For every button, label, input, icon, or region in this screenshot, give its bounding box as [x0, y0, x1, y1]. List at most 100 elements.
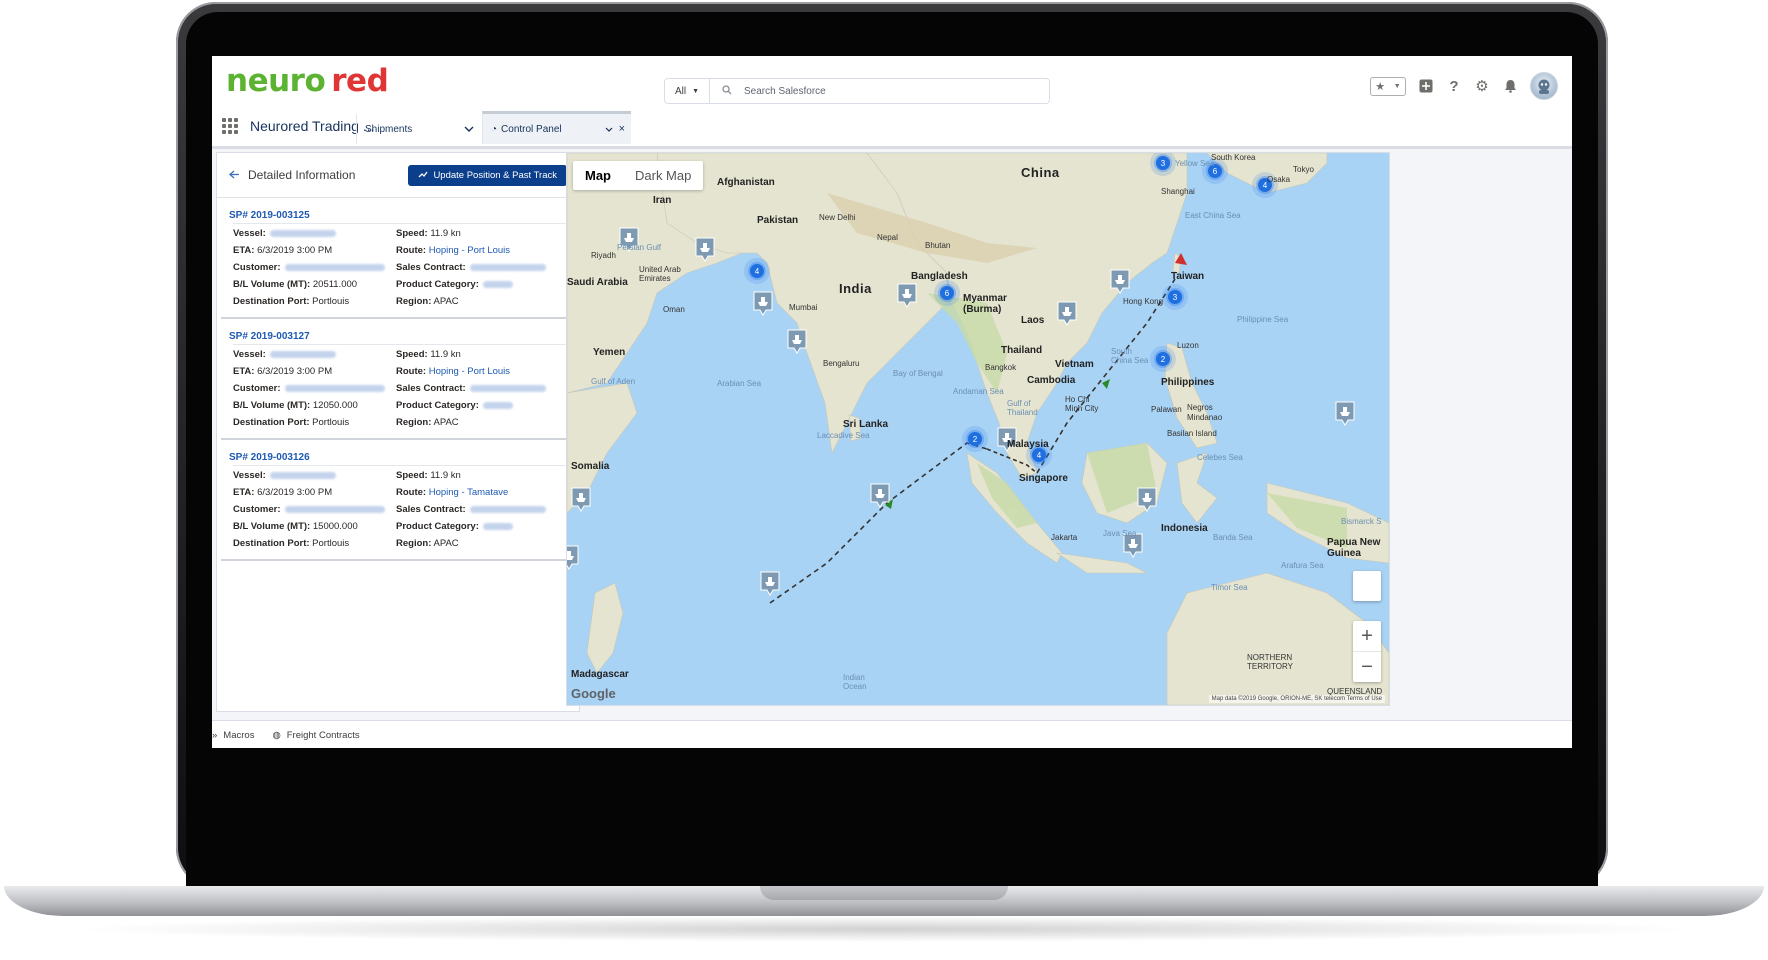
favorites-button[interactable]: ★ ▼: [1370, 76, 1406, 96]
map-type-toggle[interactable]: Map Dark Map: [573, 161, 704, 190]
tab-control-panel[interactable]: ◔ Control Panel ×: [482, 111, 631, 144]
map-label-shanghai: Shanghai: [1161, 187, 1195, 196]
help-icon[interactable]: ?: [1446, 78, 1462, 95]
map-label-tokyo: Tokyo: [1293, 165, 1314, 174]
update-position-button[interactable]: Update Position & Past Track: [408, 164, 567, 186]
cluster-count: 6: [1213, 167, 1218, 176]
route-link[interactable]: Hoping - Tamatave: [429, 487, 509, 498]
route-field: Route: Hoping - Port Louis: [396, 366, 511, 377]
notification-bell-icon[interactable]: [1502, 78, 1518, 94]
global-add-icon[interactable]: [1418, 78, 1434, 94]
cluster-marker[interactable]: 2: [962, 426, 988, 452]
redacted-value: [284, 263, 385, 271]
map-label-kuala-lumpur: Ho Chi Minh City: [1065, 395, 1099, 413]
map-label-afghanistan: Afghanistan: [717, 177, 775, 188]
map-label-bismarck: Bismarck S: [1341, 517, 1382, 526]
street-view-control[interactable]: [1353, 571, 1381, 601]
zoom-in-button[interactable]: +: [1353, 621, 1381, 651]
ship-marker-icon[interactable]: [753, 291, 773, 316]
map-label-indian-ocean: Indian Ocean: [843, 673, 867, 691]
search-icon: [722, 84, 732, 98]
route-link[interactable]: Hoping - Port Louis: [429, 245, 510, 256]
map-label-basilan: Basilan Island: [1167, 429, 1217, 438]
tab-chevron-icon[interactable]: [605, 124, 613, 135]
close-tab-icon[interactable]: ×: [619, 123, 625, 135]
map-type-map[interactable]: Map: [573, 161, 623, 190]
map-label-madagascar: Madagascar: [571, 669, 629, 680]
map-canvas[interactable]: 36446 3224: [567, 153, 1389, 705]
cluster-marker[interactable]: 6: [934, 280, 960, 306]
map-label-pakistan: Pakistan: [757, 215, 799, 226]
laptop-shadow: [60, 916, 1708, 942]
customer-field: Customer:: [233, 262, 396, 273]
detail-panel-header: Detailed Information Update Position & P…: [217, 153, 579, 198]
map-label-laos: Laos: [1021, 315, 1045, 326]
map-label-iran: Iran: [653, 195, 672, 206]
map-label-jakarta: Jakarta: [1051, 533, 1078, 542]
search-scope-dropdown[interactable]: All ▼: [665, 79, 710, 103]
map-attribution[interactable]: Map data ©2019 Google, ORION-ME, SK tele…: [1208, 695, 1385, 703]
favorites-star-icon: ★: [1375, 80, 1386, 93]
search-input[interactable]: Search Salesforce: [710, 79, 1049, 103]
region-field: Region: APAC: [396, 538, 459, 549]
map-view[interactable]: 364463224 Map Dark Map Afghanistan Iran Pa…: [566, 152, 1390, 706]
route-link[interactable]: Hoping - Port Louis: [429, 366, 510, 377]
zoom-out-button[interactable]: −: [1353, 651, 1381, 682]
shipment-id-link[interactable]: SP# 2019-003125: [221, 204, 576, 223]
ship-marker-icon[interactable]: [1335, 401, 1355, 426]
speed-field: Speed: 11.9 kn: [396, 228, 461, 239]
map-label-myanmar: Myanmar (Burma): [963, 293, 1007, 315]
back-arrow-icon[interactable]: [229, 168, 240, 182]
ship-marker-icon[interactable]: [760, 571, 780, 596]
setup-gear-icon[interactable]: ⚙: [1474, 78, 1490, 95]
map-label-riyadh: Riyadh: [591, 251, 616, 260]
ship-marker-icon[interactable]: [571, 487, 591, 512]
ship-marker-icon[interactable]: [787, 329, 807, 354]
shipment-card[interactable]: SP# 2019-003127 Vessel: Speed: 11.9 kn ETA:…: [221, 319, 576, 440]
vessel-field: Vessel:: [233, 470, 396, 481]
shipment-id-link[interactable]: SP# 2019-003126: [221, 446, 576, 465]
map-label-south-korea: South Korea: [1211, 153, 1256, 162]
map-type-dark[interactable]: Dark Map: [623, 161, 703, 190]
shipment-list: SP# 2019-003125 Vessel: Speed: 11.9 kn ETA:…: [217, 198, 579, 561]
shipment-id-link[interactable]: SP# 2019-003127: [221, 325, 576, 344]
eta-field: ETA: 6/3/2019 3:00 PM: [233, 366, 333, 377]
macros-item[interactable]: » Macros: [212, 730, 254, 741]
map-label-nepal: Nepal: [877, 233, 898, 242]
cluster-marker[interactable]: 4: [744, 258, 770, 284]
neurored-logo[interactable]: neuro red: [226, 63, 389, 99]
cluster-marker[interactable]: 2: [1150, 346, 1176, 372]
redacted-value: [469, 505, 546, 513]
map-label-thailand: Thailand: [1001, 345, 1043, 356]
global-header: neuro red All ▼ Search Salesforce ★ ▼ ? …: [212, 56, 1572, 106]
freight-contracts-label: Freight Contracts: [286, 729, 360, 741]
freight-contracts-item[interactable]: ◍ Freight Contracts: [272, 730, 359, 741]
speed-field: Speed: 11.9 kn: [396, 349, 461, 360]
chevron-down-icon: [464, 124, 474, 135]
app-launcher-icon[interactable]: [222, 118, 238, 134]
global-search[interactable]: All ▼ Search Salesforce: [664, 78, 1050, 104]
ship-marker-icon[interactable]: [567, 545, 579, 570]
product-category-field: Product Category:: [396, 279, 576, 290]
shipment-card[interactable]: SP# 2019-003126 Vessel: Speed: 11.9 kn ETA:…: [221, 440, 576, 561]
map-label-oman: Oman: [663, 305, 685, 314]
shipment-fields: Vessel: Speed: 11.9 kn ETA: 6/3/2019 3:00 …: [221, 470, 576, 549]
map-label-java: Java Sea: [1103, 529, 1137, 538]
map-label-papua: Papua New Guinea: [1327, 537, 1381, 559]
bl-volume-field: B/L Volume (MT): 20511.000: [233, 279, 358, 290]
map-label-vietnam: Vietnam: [1055, 359, 1094, 370]
header-utilities: ★ ▼ ? ⚙: [1370, 72, 1558, 100]
map-label-mumbai: Mumbai: [789, 303, 818, 312]
cluster-marker[interactable]: 3: [1162, 284, 1188, 310]
map-label-bhutan: Bhutan: [925, 241, 951, 250]
map-label-andaman: Andaman Sea: [953, 387, 1004, 396]
update-position-label: Update Position & Past Track: [433, 169, 557, 181]
macros-icon: »: [212, 729, 218, 741]
screen-bezel-bottom: [212, 748, 1572, 844]
route-line-1: [769, 442, 988, 604]
user-avatar[interactable]: [1530, 72, 1558, 100]
zoom-control[interactable]: + −: [1353, 621, 1381, 682]
shipment-card[interactable]: SP# 2019-003125 Vessel: Speed: 11.9 kn ETA:…: [221, 198, 576, 319]
screen: neuro red All ▼ Search Salesforce ★ ▼ ? …: [212, 56, 1572, 844]
map-label-new-delhi: New Delhi: [819, 213, 856, 222]
